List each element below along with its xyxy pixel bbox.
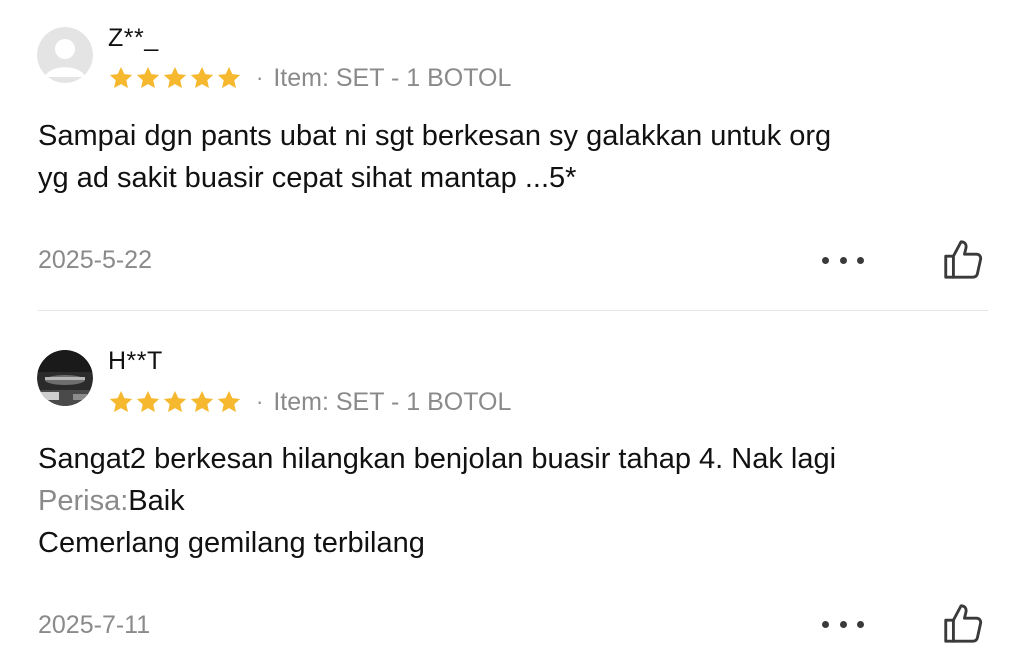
photo-avatar-icon (37, 350, 93, 406)
more-options-icon (822, 256, 829, 264)
rating-row: · Item: SET - 1 BOTOL (108, 63, 511, 93)
star-rating (108, 389, 242, 415)
review-text-line: Cemerlang gemilang terbilang (38, 527, 425, 559)
review-text: Sangat2 berkesan hilangkan benjolan buas… (38, 438, 998, 564)
default-avatar-icon (37, 27, 93, 83)
star-icon (136, 66, 160, 88)
divider (38, 310, 988, 311)
attribute-value: Baik (128, 485, 185, 517)
review-text-line: Sampai dgn pants ubat ni sgt berkesan sy… (38, 120, 832, 152)
avatar[interactable] (37, 27, 93, 83)
star-icon (163, 66, 187, 88)
more-options-button[interactable] (822, 617, 864, 631)
thumbs-up-icon[interactable] (940, 236, 986, 282)
review-attribute-line: Perisa:Baik (38, 480, 998, 522)
review-date: 2025-5-22 (38, 246, 152, 274)
more-options-icon-dot (839, 620, 847, 628)
reviewer-name: H**T (108, 347, 163, 375)
item-variant: Item: SET - 1 BOTOL (273, 63, 512, 92)
review-text-line: Sangat2 berkesan hilangkan benjolan buas… (38, 443, 837, 475)
review-text-line: yg ad sakit buasir cepat sihat mantap ..… (38, 162, 577, 194)
star-icon (217, 390, 241, 412)
reviewer-name: Z**_ (108, 24, 159, 52)
star-icon (190, 390, 214, 412)
more-options-icon-dot (839, 256, 847, 264)
review-date: 2025-7-11 (38, 611, 151, 639)
star-icon (109, 66, 133, 88)
separator-dot: · (256, 65, 264, 90)
thumbs-up-icon[interactable] (940, 600, 986, 646)
star-icon (217, 66, 241, 88)
attribute-label: Perisa: (38, 485, 129, 517)
star-icon (136, 390, 160, 412)
separator-dot: · (256, 389, 264, 414)
more-options-icon-dot (857, 620, 864, 628)
star-rating (108, 65, 242, 91)
star-icon (190, 66, 214, 88)
star-icon (163, 390, 187, 412)
reviews-page: Z**_ · Item: SET - 1 BOTOL Sampai dgn pa… (0, 0, 1024, 667)
more-options-icon-dot (857, 256, 864, 264)
more-options-icon (822, 620, 829, 628)
rating-row: · Item: SET - 1 BOTOL (108, 387, 511, 417)
review-text: Sampai dgn pants ubat ni sgt berkesan sy… (38, 115, 998, 199)
more-options-button[interactable] (822, 253, 864, 267)
star-icon (109, 390, 133, 412)
avatar[interactable] (37, 350, 93, 406)
item-variant: Item: SET - 1 BOTOL (273, 387, 512, 416)
